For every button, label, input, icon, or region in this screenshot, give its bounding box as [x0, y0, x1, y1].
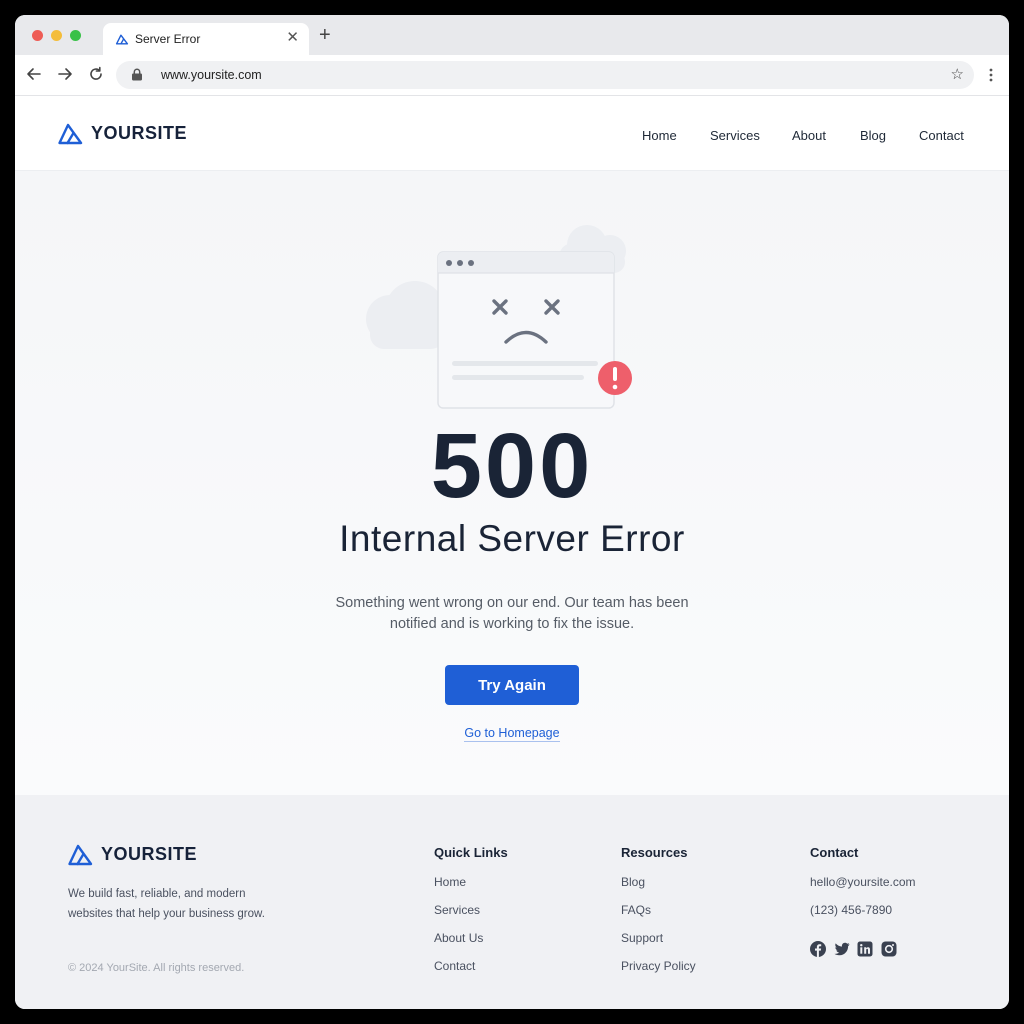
nav-link-services[interactable]: Services: [710, 128, 760, 143]
footer-resources: Resources Blog FAQs Support Privacy Poli…: [621, 845, 696, 987]
footer-link-about-us[interactable]: About Us: [434, 931, 508, 945]
nav-link-home[interactable]: Home: [642, 128, 677, 143]
browser-toolbar: www.yoursite.com ☆: [15, 55, 1009, 96]
error-title: Internal Server Error: [339, 518, 685, 559]
tab-title: Server Error: [135, 32, 201, 46]
contact-email-link[interactable]: hello@yoursite.com: [810, 875, 916, 889]
address-bar[interactable]: www.yoursite.com ☆: [116, 61, 974, 89]
reload-icon[interactable]: [87, 65, 105, 83]
back-arrow-icon[interactable]: [25, 65, 43, 83]
linkedin-icon[interactable]: [857, 941, 873, 957]
footer-link-home[interactable]: Home: [434, 875, 508, 889]
error-code: 500: [430, 415, 594, 517]
tab-server-error[interactable]: Server Error ✕: [103, 23, 309, 55]
footer-link-privacy-policy[interactable]: Privacy Policy: [621, 959, 696, 973]
nav-link-contact[interactable]: Contact: [919, 128, 964, 143]
footer-link-faqs[interactable]: FAQs: [621, 903, 696, 917]
tab-close-icon[interactable]: ✕: [286, 30, 299, 46]
contact-heading: Contact: [810, 845, 859, 860]
new-tab-button[interactable]: +: [319, 25, 331, 45]
error-message: Something went wrong on our end. Our tea…: [335, 595, 689, 632]
maximize-window-button[interactable]: [70, 30, 81, 41]
twitter-icon[interactable]: [834, 941, 850, 957]
resources-heading: Resources: [621, 845, 688, 860]
close-window-button[interactable]: [32, 30, 43, 41]
contact-phone-link[interactable]: (123) 456-7890: [810, 903, 916, 917]
site-footer: YOURSITE We build fast, reliable, and mo…: [15, 795, 1009, 1009]
lock-icon: [132, 68, 142, 81]
instagram-icon[interactable]: [881, 941, 897, 957]
error-section: 500 Internal Server Error Something went…: [15, 171, 1009, 795]
browser-menu-icon[interactable]: [985, 67, 997, 83]
footer-link-services[interactable]: Services: [434, 903, 508, 917]
url-text: www.yoursite.com: [161, 68, 262, 82]
minimize-window-button[interactable]: [51, 30, 62, 41]
nav-link-blog[interactable]: Blog: [860, 128, 886, 143]
footer-link-blog[interactable]: Blog: [621, 875, 696, 889]
footer-contact: Contact hello@yoursite.com (123) 456-789…: [810, 845, 916, 931]
browser-window: Server Error ✕ + www.yoursite.com ☆ YOUR…: [15, 15, 1009, 1009]
quick-links-heading: Quick Links: [434, 845, 508, 860]
footer-quick-links: Quick Links Home Services About Us Conta…: [434, 845, 508, 987]
try-again-button[interactable]: Try Again: [445, 665, 579, 705]
footer-link-contact[interactable]: Contact: [434, 959, 508, 973]
copyright-text: © 2024 YourSite. All rights reserved.: [68, 962, 245, 974]
nav-link-about[interactable]: About: [792, 128, 826, 143]
facebook-icon[interactable]: [810, 941, 826, 957]
broken-page-illustration: [366, 225, 632, 409]
brand-logo-icon: [68, 844, 93, 866]
footer-brand-name: YOURSITE: [101, 844, 198, 864]
footer-link-support[interactable]: Support: [621, 931, 696, 945]
homepage-link-wrapper: Go to Homepage: [15, 726, 1009, 742]
tab-bar: Server Error ✕ +: [15, 15, 1009, 55]
site-header: YOURSITE Home Services About Blog Contac…: [15, 96, 1009, 171]
footer-tagline: We build fast, reliable, and modern webs…: [68, 888, 265, 920]
site-favicon-icon: [115, 34, 129, 45]
bookmark-star-icon[interactable]: ☆: [951, 66, 964, 84]
forward-arrow-icon[interactable]: [56, 65, 74, 83]
go-to-homepage-link[interactable]: Go to Homepage: [464, 726, 560, 742]
main-nav: Home Services About Blog Contact: [15, 128, 1009, 148]
